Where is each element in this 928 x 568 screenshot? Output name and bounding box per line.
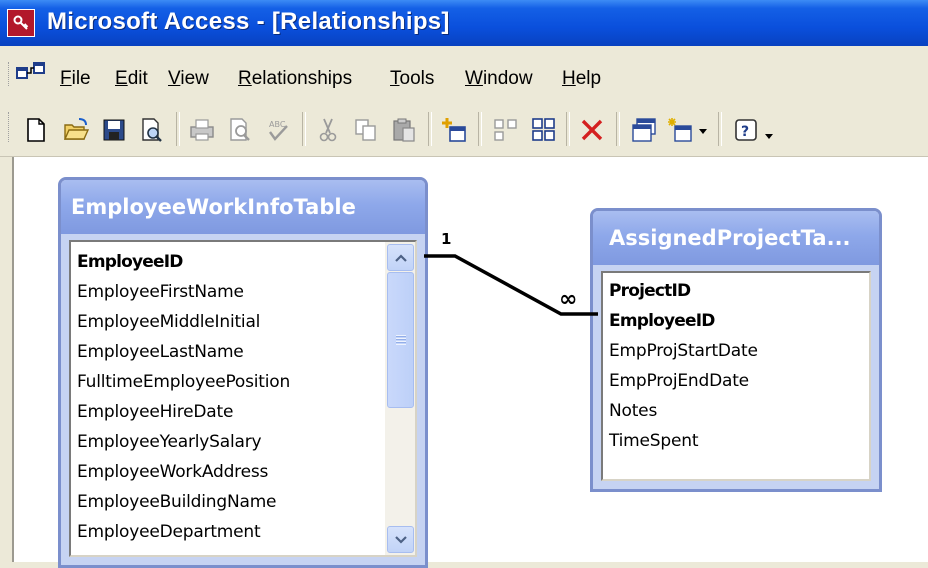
new-object-dropdown-icon[interactable] (694, 114, 712, 146)
toolbar-grip[interactable] (8, 112, 12, 142)
menu-view[interactable]: View (168, 68, 209, 90)
table-name: EmployeeWorkInfoTable (71, 195, 356, 219)
new-icon[interactable] (20, 114, 52, 146)
toolbar-separator (428, 112, 432, 146)
table-title-bar[interactable]: EmployeeWorkInfoTable (61, 180, 425, 234)
paste-icon[interactable] (388, 114, 420, 146)
toolbar-separator (616, 112, 620, 146)
print-icon[interactable] (186, 114, 218, 146)
many-side-label: ∞ (559, 287, 578, 312)
window-title: Microsoft Access - [Relationships] (47, 8, 450, 35)
field-item[interactable]: EmployeeDepartment (77, 522, 261, 542)
field-item[interactable]: EmployeeYearlySalary (77, 432, 262, 452)
menu-window[interactable]: Window (465, 68, 533, 90)
relationships-window-icon[interactable] (16, 62, 46, 84)
toolbar-separator (478, 112, 482, 146)
menu-edit[interactable]: Edit (115, 68, 148, 90)
field-item[interactable]: FulltimeEmployeePosition (77, 372, 290, 392)
vertical-scrollbar[interactable] (385, 242, 415, 555)
spelling-icon[interactable]: ABC (262, 114, 294, 146)
scroll-down-button[interactable] (387, 526, 414, 553)
menu-tools[interactable]: Tools (390, 68, 434, 90)
menu-file[interactable]: File (60, 68, 91, 90)
field-list[interactable]: EmployeeID EmployeeFirstName EmployeeMid… (69, 240, 417, 557)
toolbar-separator (566, 112, 570, 146)
field-item[interactable]: EmployeeHireDate (77, 402, 233, 422)
field-item[interactable]: EmpProjStartDate (609, 341, 758, 361)
delete-icon[interactable] (576, 114, 608, 146)
toolbar-separator (176, 112, 180, 146)
scroll-thumb-grip (396, 335, 406, 345)
field-item[interactable]: EmployeeWorkAddress (77, 462, 268, 482)
toolbar-separator (718, 112, 722, 146)
cut-icon[interactable] (312, 114, 344, 146)
title-bar[interactable]: Microsoft Access - [Relationships] (0, 0, 928, 46)
open-icon[interactable] (60, 114, 92, 146)
scroll-up-button[interactable] (387, 244, 414, 271)
menubar-grip[interactable] (8, 62, 12, 86)
file-search-icon[interactable] (136, 114, 168, 146)
toolbar-separator (302, 112, 306, 146)
show-direct-icon[interactable] (490, 114, 522, 146)
field-item[interactable]: Notes (609, 401, 657, 421)
field-item[interactable]: EmployeeBuildingName (77, 492, 277, 512)
field-item[interactable]: TimeSpent (609, 431, 698, 451)
copy-icon[interactable] (350, 114, 382, 146)
new-object-icon[interactable] (664, 114, 696, 146)
show-table-icon[interactable] (438, 114, 470, 146)
one-side-label: 1 (441, 230, 452, 248)
field-list[interactable]: ProjectID EmployeeID EmpProjStartDate Em… (601, 271, 871, 481)
menu-relationships[interactable]: Relationships (238, 68, 352, 90)
scroll-thumb[interactable] (387, 272, 414, 408)
table-name: AssignedProjectTa... (609, 226, 851, 250)
toolbar: ABC ? (0, 98, 928, 157)
svg-text:?: ? (741, 124, 749, 140)
database-window-icon[interactable] (628, 114, 660, 146)
table-window-employee[interactable]: EmployeeWorkInfoTable EmployeeID Employe… (58, 177, 428, 568)
menu-bar: File Edit View Relationships Tools Windo… (0, 46, 928, 98)
table-title-bar[interactable]: AssignedProjectTa... (593, 211, 879, 265)
canvas-border (12, 157, 14, 562)
show-all-icon[interactable] (528, 114, 560, 146)
table-window-assigned-project[interactable]: AssignedProjectTa... ProjectID EmployeeI… (590, 208, 882, 492)
field-item[interactable]: EmpProjEndDate (609, 371, 749, 391)
field-item[interactable]: EmployeeLastName (77, 342, 244, 362)
toolbar-overflow-icon[interactable] (762, 114, 776, 146)
field-item[interactable]: ProjectID (609, 281, 691, 301)
svg-text:ABC: ABC (269, 120, 286, 129)
menu-help[interactable]: Help (562, 68, 601, 90)
field-item[interactable]: EmployeeID (609, 311, 715, 331)
access-key-icon[interactable] (7, 9, 35, 37)
field-item[interactable]: EmployeeMiddleInitial (77, 312, 260, 332)
save-icon[interactable] (98, 114, 130, 146)
field-item[interactable]: EmployeeID (77, 252, 183, 272)
field-item[interactable]: EmployeeFirstName (77, 282, 244, 302)
help-icon[interactable]: ? (730, 114, 762, 146)
print-preview-icon[interactable] (224, 114, 256, 146)
